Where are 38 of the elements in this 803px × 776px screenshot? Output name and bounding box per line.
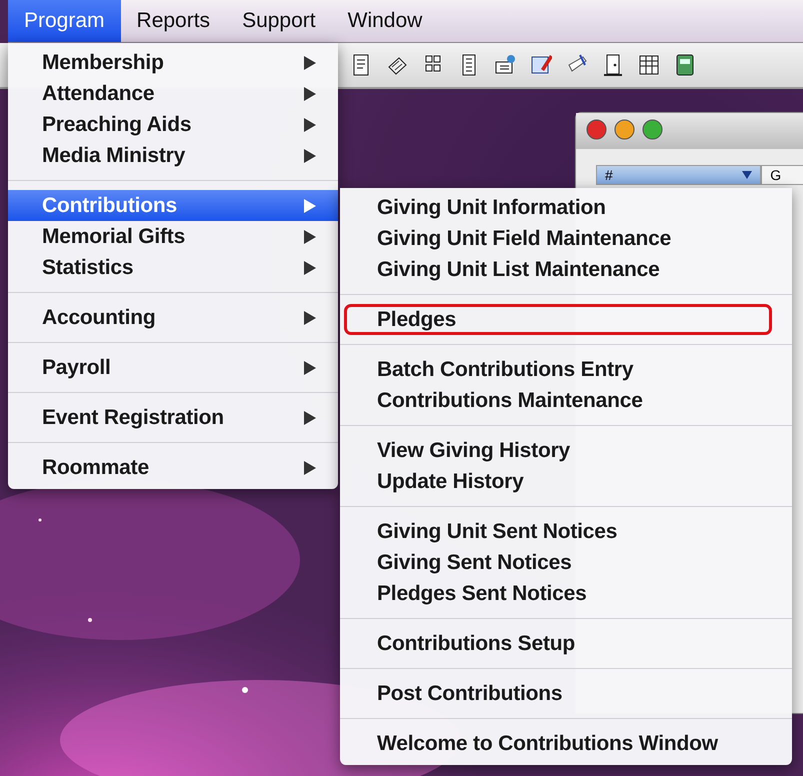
menu-item[interactable]: Contributions Maintenance — [344, 385, 772, 416]
menu-item[interactable]: Membership — [8, 47, 338, 78]
menu-title[interactable]: Support — [226, 0, 332, 42]
menu-item[interactable]: Statistics — [8, 252, 338, 283]
menu-item[interactable]: Media Ministry — [8, 140, 338, 171]
menu-item[interactable]: Roommate — [8, 452, 338, 483]
menu-item[interactable]: Giving Unit Information — [344, 192, 772, 223]
sort-arrow-icon — [742, 171, 752, 179]
menu-item[interactable]: Memorial Gifts — [8, 221, 338, 252]
minimize-icon[interactable] — [614, 119, 635, 140]
menu-item[interactable]: Pledges Sent Notices — [344, 578, 772, 609]
menu-item[interactable]: Post Contributions — [344, 678, 772, 709]
zoom-icon[interactable] — [642, 119, 663, 140]
menu-item[interactable]: Accounting — [8, 302, 338, 333]
menu-item[interactable]: Giving Unit List Maintenance — [344, 254, 772, 285]
table-icon[interactable] — [638, 53, 660, 77]
menu-title[interactable]: Window — [332, 0, 438, 42]
menu-title[interactable]: Program — [8, 0, 121, 42]
menu-item[interactable]: Update History — [344, 466, 772, 497]
menu-item[interactable]: Payroll — [8, 352, 338, 383]
menu-item[interactable]: Contributions Setup — [344, 628, 772, 659]
menu-item[interactable]: Contributions — [8, 190, 338, 221]
book-icon[interactable] — [674, 53, 696, 77]
menu-item[interactable]: Giving Unit Field Maintenance — [344, 223, 772, 254]
menu-item[interactable]: Welcome to Contributions Window — [344, 728, 772, 759]
menu-title[interactable]: Reports — [120, 0, 226, 42]
door-icon[interactable] — [602, 53, 624, 77]
menu-item[interactable]: Attendance — [8, 78, 338, 109]
menu-item[interactable]: Batch Contributions Entry — [344, 354, 772, 385]
menu-item[interactable]: Pledges — [344, 304, 772, 335]
close-icon[interactable] — [586, 119, 607, 140]
menu-item[interactable]: View Giving History — [344, 435, 772, 466]
menu-item[interactable]: Giving Sent Notices — [344, 547, 772, 578]
column-header[interactable]: G — [761, 165, 803, 185]
column-header[interactable]: # — [596, 165, 762, 185]
menu-item[interactable]: Preaching Aids — [8, 109, 338, 140]
menu-item[interactable]: Giving Unit Sent Notices — [344, 516, 772, 547]
menu-item[interactable]: Event Registration — [8, 402, 338, 433]
